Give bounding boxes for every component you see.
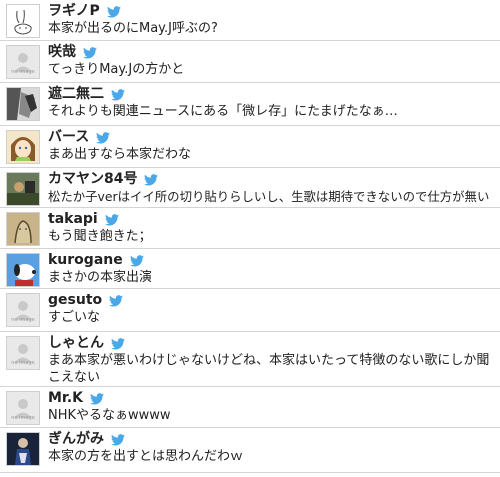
- sketch-avatar[interactable]: [6, 212, 40, 246]
- no-image-label: no image: [11, 69, 35, 75]
- tweet-text: すごいな: [48, 310, 101, 325]
- dark-figure-avatar[interactable]: [6, 432, 40, 466]
- game-scene-avatar[interactable]: [6, 172, 40, 206]
- user-name[interactable]: gesuto: [48, 292, 102, 309]
- tweet-text: てっきりMay.Jの方かと: [48, 62, 185, 77]
- tweet-text: それよりも関連ニュースにある「微レ存」にたまげたなぁ…: [48, 104, 398, 119]
- tweet-text: NHKやるなぁwwww: [48, 408, 171, 423]
- anime-girl-avatar[interactable]: [6, 130, 40, 164]
- tweet-item: ヲギノP 本家が出るのにMay.J呼ぶの?: [0, 0, 500, 41]
- tweet-item: バース まあ出すなら本家だわな: [0, 126, 500, 168]
- no-image-label: no image: [11, 360, 35, 366]
- tweet-item: カマヤン84号 松たか子verはイイ所の切り貼りらしいし、生歌は期待できないので…: [0, 168, 500, 208]
- user-name[interactable]: しゃとん: [48, 335, 104, 352]
- twitter-bird-icon: [96, 131, 111, 144]
- twitter-bird-icon: [106, 5, 121, 18]
- user-name[interactable]: kurogane: [48, 252, 123, 269]
- twitter-bird-icon: [111, 337, 125, 350]
- user-name[interactable]: Mr.K: [48, 390, 83, 407]
- tweet-text: 松たか子verはイイ所の切り貼りらしいし、生歌は期待できないので仕方が無い: [48, 189, 490, 204]
- user-name[interactable]: takapi: [48, 211, 98, 228]
- tweet-item: takapi もう聞き飽きた；: [0, 208, 500, 249]
- twitter-bird-icon: [111, 88, 125, 101]
- tweet-item: ぎんがみ 本家の方を出すとは思わんだわｗ: [0, 428, 500, 473]
- user-name[interactable]: 咲哉: [48, 44, 76, 61]
- no-image-avatar[interactable]: no image: [6, 336, 40, 370]
- no-image-label: no image: [11, 415, 35, 421]
- tweet-text: まあ出すなら本家だわな: [48, 147, 192, 162]
- tweet-text: もう聞き飽きた；: [48, 229, 152, 244]
- twitter-bird-icon: [83, 46, 97, 59]
- tweet-feed: ヲギノP 本家が出るのにMay.J呼ぶの? no image 咲哉 てっきりMa…: [0, 0, 500, 473]
- no-image-avatar[interactable]: no image: [6, 45, 40, 79]
- twitter-bird-icon: [111, 433, 125, 446]
- user-name[interactable]: 遮二無二: [48, 86, 104, 103]
- snoopy-avatar[interactable]: [6, 253, 40, 287]
- tweet-item: no image 咲哉 てっきりMay.Jの方かと: [0, 41, 500, 83]
- tweet-text: 本家の方を出すとは思わんだわｗ: [48, 449, 244, 464]
- user-name[interactable]: バース: [48, 129, 89, 146]
- tweet-item: 遮二無二 それよりも関連ニュースにある「微レ存」にたまげたなぁ…: [0, 83, 500, 126]
- user-name[interactable]: ヲギノP: [48, 3, 100, 20]
- twitter-bird-icon: [129, 254, 144, 267]
- twitter-bird-icon: [109, 294, 124, 307]
- tweet-text: まあ本家が悪いわけじゃないけどね、本家はいたって特徴のない歌にしか聞こえない: [48, 353, 490, 385]
- tweet-text: まさかの本家出演: [48, 270, 153, 285]
- no-image-label: no image: [11, 317, 35, 323]
- twitter-bird-icon: [104, 213, 119, 226]
- tweet-item: no image gesuto すごいな: [0, 289, 500, 332]
- twitter-bird-icon: [144, 173, 159, 186]
- tweet-item: no image Mr.K NHKやるなぁwwww: [0, 387, 500, 428]
- tweet-item: no image しゃとん まあ本家が悪いわけじゃないけどね、本家はいたって特徴…: [0, 332, 500, 387]
- tweet-text: 本家が出るのにMay.J呼ぶの?: [48, 21, 218, 36]
- tweet-item: kurogane まさかの本家出演: [0, 249, 500, 289]
- no-image-avatar[interactable]: no image: [6, 293, 40, 327]
- user-name[interactable]: カマヤン84号: [48, 171, 137, 188]
- user-name[interactable]: ぎんがみ: [48, 431, 104, 448]
- manga-avatar[interactable]: [6, 87, 40, 121]
- twitter-bird-icon: [90, 392, 105, 405]
- rabbit-drawing-avatar[interactable]: [6, 4, 40, 38]
- no-image-avatar[interactable]: no image: [6, 391, 40, 425]
